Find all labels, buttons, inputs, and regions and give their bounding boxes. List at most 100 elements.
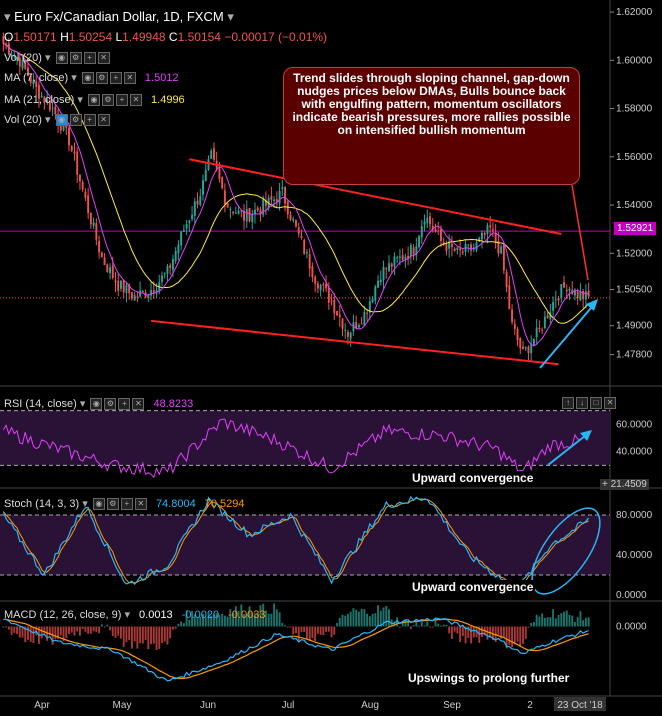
candle-body <box>98 240 101 253</box>
close-icon[interactable]: ✕ <box>134 498 147 511</box>
candle-body <box>459 248 462 250</box>
macd-histogram-bar <box>398 626 401 628</box>
candle-body <box>73 151 76 154</box>
macd-histogram-bar <box>120 626 122 639</box>
indicator-legend-vol[interactable]: Vol (20) ▾ ◉ ⚙ + ✕ <box>4 51 110 65</box>
close-icon[interactable]: ✕ <box>604 397 616 410</box>
candle-body <box>122 279 125 293</box>
close-icon[interactable]: ✕ <box>97 52 110 65</box>
candle-body <box>371 298 374 303</box>
arrow-up-icon[interactable]: ↑ <box>562 397 574 410</box>
candle-body <box>560 284 563 299</box>
macd-histogram-bar <box>182 623 185 627</box>
candle-body <box>109 267 111 273</box>
stoch-axis-label: 0.0000 <box>616 590 647 601</box>
macd-histogram-bar <box>133 626 136 642</box>
macd-histogram-bar <box>73 626 76 636</box>
macd-histogram-bar <box>292 626 295 635</box>
candle-body <box>530 344 533 354</box>
close-icon[interactable]: ✕ <box>97 114 110 127</box>
eye-icon[interactable]: ◉ <box>87 94 100 107</box>
macd-histogram-bar <box>366 613 369 627</box>
close-icon[interactable]: ✕ <box>123 72 136 85</box>
eye-icon[interactable]: ◉ <box>55 52 68 65</box>
gear-icon[interactable]: ⚙ <box>95 72 108 85</box>
candle-body <box>286 201 289 215</box>
gear-icon[interactable]: ⚙ <box>69 52 82 65</box>
stoch-legend[interactable]: Stoch (14, 3, 3) ▾ ◉ ⚙ + ✕ 74.8004 70.5294 <box>4 497 245 511</box>
symbol-title[interactable]: Euro Fx/Canadian Dollar, 1D, FXCM <box>14 9 224 24</box>
macd-histogram-bar <box>374 613 377 627</box>
candle-body <box>221 177 224 189</box>
candle-body <box>505 272 508 288</box>
chevron-down-icon[interactable]: ▾ <box>227 9 234 24</box>
macd-histogram-bar <box>147 626 150 650</box>
macd-histogram-bar <box>448 626 451 634</box>
rsi-legend[interactable]: RSI (14, close) ▾ ◉ ⚙ + ✕ 48.8233 <box>4 397 193 411</box>
plus-icon[interactable]: + <box>83 114 96 127</box>
candle-body <box>218 168 221 179</box>
collapse-icon[interactable]: ▾ <box>4 9 11 24</box>
candle-body <box>289 214 292 220</box>
macd-histogram-bar <box>21 626 24 638</box>
ohlc-readout: O1.50171 H1.50254 L1.49948 C1.50154 −0.0… <box>4 30 328 44</box>
macd-histogram-bar <box>508 626 511 645</box>
macd-histogram-bar <box>546 617 549 627</box>
gear-icon[interactable]: ⚙ <box>69 114 82 127</box>
close-icon[interactable]: ✕ <box>132 398 145 411</box>
plus-icon[interactable]: + <box>109 72 122 85</box>
macd-histogram-bar <box>385 606 388 627</box>
plus-icon[interactable]: + <box>115 94 128 107</box>
candle-body <box>95 223 98 240</box>
candle-body <box>319 284 322 291</box>
candle-body <box>579 291 582 301</box>
indicator-legend-ma7[interactable]: MA (7, close) ▾ ◉ ⚙ + ✕ 1.5012 <box>4 71 179 85</box>
eye-icon[interactable]: ◉ <box>90 398 103 411</box>
macd-histogram-bar <box>87 626 90 634</box>
gear-icon[interactable]: ⚙ <box>104 398 117 411</box>
macd-histogram-bar <box>303 626 306 633</box>
panel-controls[interactable]: ↑ ↓ □ ✕ <box>560 397 616 410</box>
macd-histogram-bar <box>377 605 380 627</box>
candle-body <box>92 222 95 226</box>
eye-icon[interactable]: ◉ <box>55 114 68 127</box>
candle-body <box>174 250 177 262</box>
plus-icon[interactable]: + <box>83 52 96 65</box>
macd-histogram-bar <box>582 620 585 627</box>
gear-icon[interactable]: ⚙ <box>101 94 114 107</box>
macd-histogram-bar <box>532 622 535 627</box>
macd-histogram-bar <box>180 621 183 627</box>
macd-histogram-bar <box>349 611 352 627</box>
plus-icon[interactable]: + <box>118 398 131 411</box>
eye-icon[interactable]: ◉ <box>92 498 105 511</box>
macd-histogram-bar <box>371 613 374 627</box>
macd-legend[interactable]: MACD (12, 26, close, 9) ▾ 0.0013 -0.0020… <box>4 608 265 621</box>
candle-body <box>305 252 308 254</box>
eye-icon[interactable]: ◉ <box>81 72 94 85</box>
candle-body <box>554 299 557 301</box>
candle-body <box>535 327 538 338</box>
macd-histogram-bar <box>352 608 355 627</box>
macd-histogram-bar <box>461 626 464 637</box>
maximize-icon[interactable]: □ <box>590 397 602 410</box>
candle-body <box>199 196 202 205</box>
macd-histogram-bar <box>574 622 576 627</box>
candle-body <box>519 338 522 349</box>
plus-icon[interactable]: + <box>120 498 133 511</box>
stoch-annotation: Upward convergence <box>410 580 536 594</box>
indicator-legend-vol2[interactable]: Vol (20) ▾ ◉ ⚙ + ✕ <box>4 113 110 127</box>
candle-body <box>478 237 481 242</box>
gear-icon[interactable]: ⚙ <box>106 498 119 511</box>
candle-body <box>120 280 122 289</box>
macd-histogram-bar <box>519 626 522 648</box>
stoch-band <box>0 515 610 575</box>
candle-body <box>188 220 191 223</box>
candle-body <box>191 214 194 220</box>
candle-body <box>234 212 237 214</box>
candle-body <box>202 180 204 195</box>
candle-body <box>576 291 579 299</box>
close-icon[interactable]: ✕ <box>129 94 142 107</box>
macd-histogram-bar <box>297 626 300 641</box>
arrow-down-icon[interactable]: ↓ <box>576 397 588 410</box>
indicator-legend-ma21[interactable]: MA (21, close) ▾ ◉ ⚙ + ✕ 1.4996 <box>4 93 185 107</box>
